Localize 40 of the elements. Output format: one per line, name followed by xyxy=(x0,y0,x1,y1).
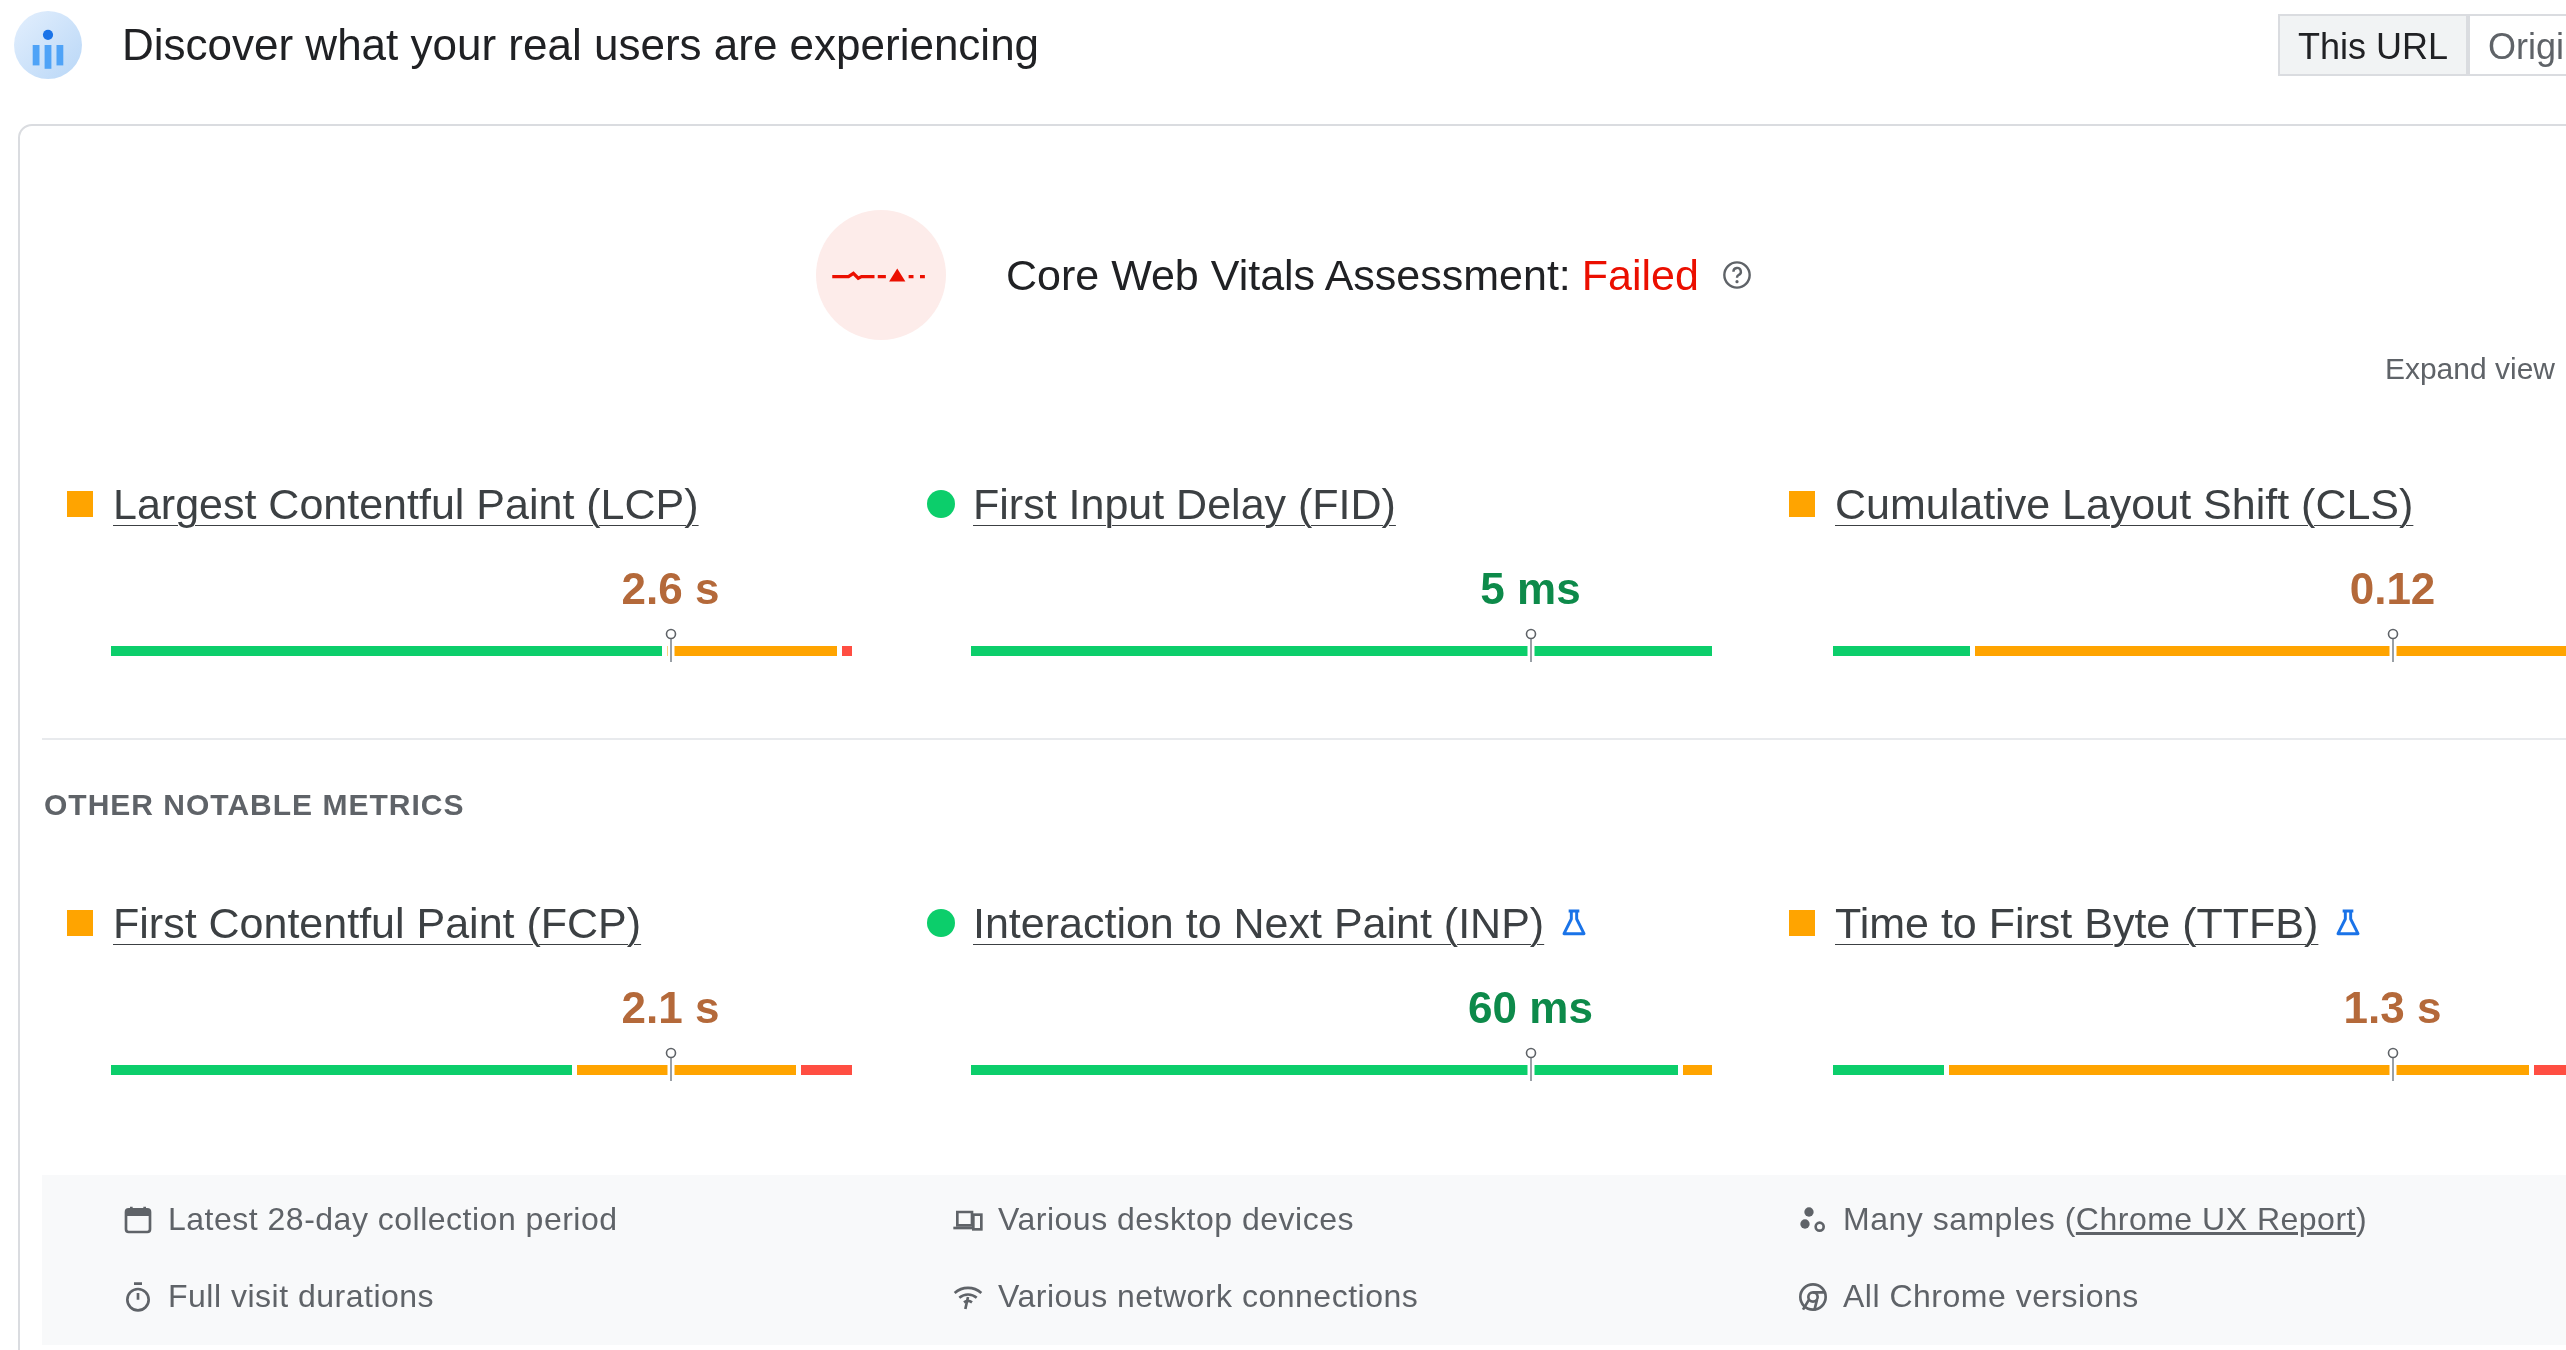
metric-link[interactable]: Cumulative Layout Shift (CLS) xyxy=(1835,479,2414,529)
distribution-segment xyxy=(2534,1065,2566,1075)
percentile-marker-icon xyxy=(1523,1047,1538,1081)
metric-value: 5 ms xyxy=(1480,564,1581,614)
help-icon[interactable] xyxy=(1720,259,1753,291)
footer-text: Many samples (Chrome UX Report) xyxy=(1843,1201,2368,1238)
pulse-icon xyxy=(816,210,946,340)
metric-value: 60 ms xyxy=(1468,983,1593,1033)
chrome-icon xyxy=(1797,1280,1829,1313)
assessment-result: Failed xyxy=(1581,250,1699,300)
distribution-segment xyxy=(842,646,852,656)
distribution-segment xyxy=(801,1065,852,1075)
assessment-label: Core Web Vitals Assessment: xyxy=(1006,250,1571,300)
distribution-segment xyxy=(1683,1065,1712,1075)
footer-text: Full visit durations xyxy=(168,1278,435,1315)
percentile-marker-icon xyxy=(2385,1047,2400,1081)
percentile-marker-icon xyxy=(663,628,678,662)
expand-view-link[interactable]: Expand view xyxy=(2384,352,2555,386)
percentile-marker-icon xyxy=(663,1047,678,1081)
metric-value: 2.1 s xyxy=(621,983,720,1033)
metric-value: 0.12 xyxy=(2349,564,2436,614)
footer-text: All Chrome versions xyxy=(1843,1278,2139,1315)
footer-text: Various desktop devices xyxy=(998,1201,1354,1238)
metric-link[interactable]: First Contentful Paint (FCP) xyxy=(113,898,642,948)
section-heading: OTHER NOTABLE METRICS xyxy=(44,788,466,822)
logo-icon xyxy=(14,11,82,79)
metric-value: 1.3 s xyxy=(2343,983,2442,1033)
metric-link[interactable]: Interaction to Next Paint (INP) xyxy=(973,898,1545,948)
footer-text: Various network connections xyxy=(998,1278,1419,1315)
page-title: Discover what your real users are experiencing xyxy=(122,20,1041,70)
chrome-ux-report-link[interactable]: Chrome UX Report xyxy=(2075,1201,2356,1237)
metric-link[interactable]: First Input Delay (FID) xyxy=(973,479,1396,529)
percentile-marker-icon xyxy=(1523,628,1538,662)
scope-tab[interactable]: Origi xyxy=(2468,14,2566,76)
metric-value: 2.6 s xyxy=(621,564,720,614)
metric-link[interactable]: Largest Contentful Paint (LCP) xyxy=(113,479,699,529)
footer-text: Latest 28-day collection period xyxy=(168,1201,618,1238)
metric-link[interactable]: Time to First Byte (TTFB) xyxy=(1835,898,2319,948)
scope-tab[interactable]: This URL xyxy=(2277,14,2468,76)
percentile-marker-icon xyxy=(2385,628,2400,662)
